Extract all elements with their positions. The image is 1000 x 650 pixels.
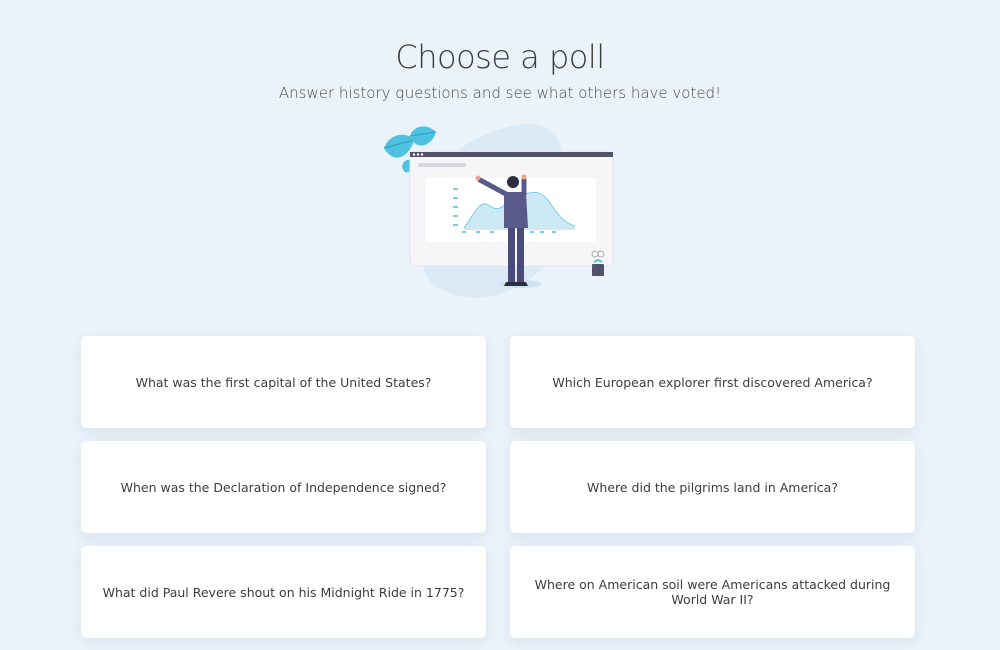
poll-card[interactable]: Where did the pilgrims land in America? [510, 441, 915, 533]
poll-card[interactable]: Which European explorer first discovered… [510, 336, 915, 428]
poll-question: Where on American soil were Americans at… [534, 577, 891, 607]
poll-question: Which European explorer first discovered… [552, 374, 873, 390]
poll-card[interactable]: What was the first capital of the United… [81, 336, 486, 428]
poll-question: Where did the pilgrims land in America? [587, 479, 838, 495]
page-subtitle: Answer history questions and see what ot… [278, 84, 722, 102]
presentation-illustration [383, 123, 614, 298]
poll-question: When was the Declaration of Independence… [120, 479, 447, 495]
page-title: Choose a poll [395, 38, 605, 76]
poll-question: What was the first capital of the United… [135, 374, 432, 390]
poll-card[interactable]: When was the Declaration of Independence… [81, 441, 486, 533]
poll-question: What did Paul Revere shout on his Midnig… [102, 584, 465, 600]
poll-card[interactable]: Where on American soil were Americans at… [510, 546, 915, 638]
poll-card[interactable]: What did Paul Revere shout on his Midnig… [81, 546, 486, 638]
